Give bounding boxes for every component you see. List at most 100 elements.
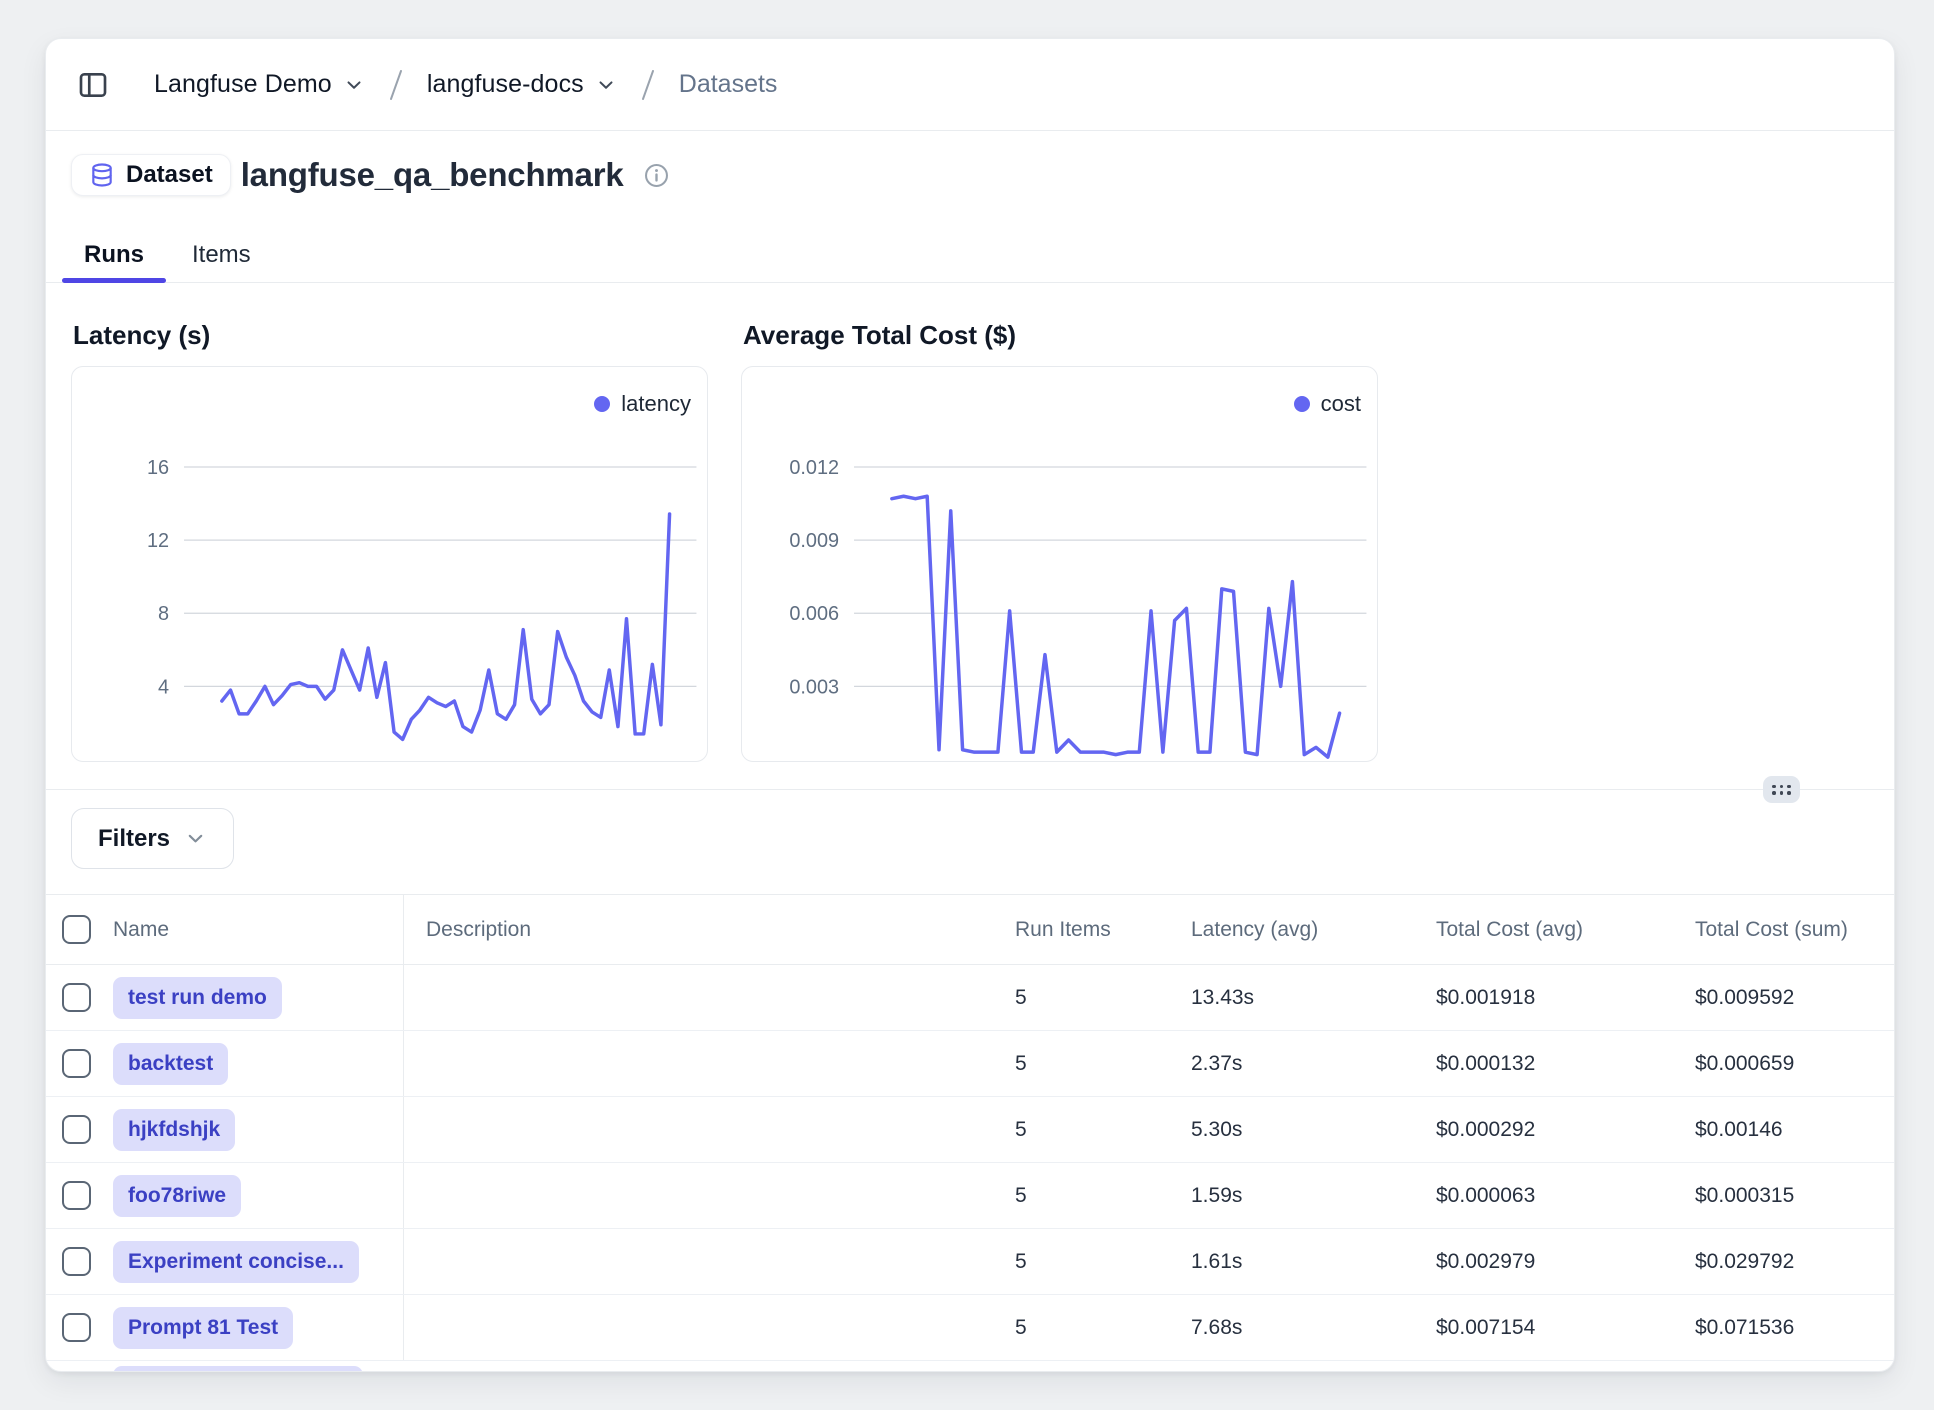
run-name-badge[interactable]: backtest xyxy=(113,1043,228,1085)
run-name-badge[interactable]: foo78riwe xyxy=(113,1175,241,1217)
chevron-down-icon xyxy=(343,74,365,96)
runs-table: Name Description Run Items Latency (avg)… xyxy=(46,894,1894,1372)
table-row: foo78riwe 5 1.59s $0.000063 $0.000315 xyxy=(46,1163,1894,1229)
filters-button[interactable]: Filters xyxy=(71,808,234,869)
latency-avg-cell: 7.68s xyxy=(1191,1316,1436,1340)
latency-avg-cell: 2.37s xyxy=(1191,1052,1436,1076)
svg-text:0.006: 0.006 xyxy=(789,603,839,625)
total-cost-sum-cell: $0.029792 xyxy=(1695,1250,1894,1274)
column-header-total-cost-avg: Total Cost (avg) xyxy=(1436,918,1695,942)
latency-avg-cell: 13.43s xyxy=(1191,986,1436,1010)
run-items-cell: 5 xyxy=(1015,1250,1191,1274)
panel-left-icon xyxy=(77,69,109,101)
tab-runs[interactable]: Runs xyxy=(78,239,150,282)
row-checkbox[interactable] xyxy=(62,1115,91,1144)
column-header-name: Name xyxy=(108,895,404,964)
dataset-type-badge: Dataset xyxy=(71,154,231,196)
column-header-latency-avg: Latency (avg) xyxy=(1191,918,1436,942)
svg-text:4: 4 xyxy=(158,676,169,698)
section-divider xyxy=(46,789,1894,790)
row-checkbox[interactable] xyxy=(62,1247,91,1276)
row-checkbox-cell xyxy=(46,965,108,1030)
breadcrumb-separator xyxy=(387,67,405,103)
run-items-cell: 5 xyxy=(1015,1316,1191,1340)
latency-chart-title: Latency (s) xyxy=(73,319,708,351)
svg-text:0.009: 0.009 xyxy=(789,530,839,552)
breadcrumb-org[interactable]: Langfuse Demo xyxy=(154,70,365,99)
svg-text:0.012: 0.012 xyxy=(789,457,839,479)
row-checkbox[interactable] xyxy=(62,1181,91,1210)
table-body: test run demo 5 13.43s $0.001918 $0.0095… xyxy=(46,965,1894,1361)
chevron-down-icon xyxy=(184,827,207,850)
select-all-checkbox[interactable] xyxy=(62,915,91,944)
row-checkbox[interactable] xyxy=(62,1049,91,1078)
total-cost-avg-cell: $0.000063 xyxy=(1436,1184,1695,1208)
run-name-cell: foo78riwe xyxy=(108,1163,404,1228)
run-name-cell: Experiment concise... xyxy=(108,1229,404,1294)
row-checkbox-cell xyxy=(46,1229,108,1294)
table-row: test run demo 5 13.43s $0.001918 $0.0095… xyxy=(46,965,1894,1031)
latency-avg-cell: 1.61s xyxy=(1191,1250,1436,1274)
total-cost-avg-cell: $0.007154 xyxy=(1436,1316,1695,1340)
latency-avg-cell: 5.30s xyxy=(1191,1118,1436,1142)
row-checkbox-cell xyxy=(46,1031,108,1096)
latency-chart-group: Latency (s) latency 481216 xyxy=(71,319,708,762)
info-button[interactable] xyxy=(643,162,670,189)
run-items-cell: 5 xyxy=(1015,1118,1191,1142)
header-checkbox-cell xyxy=(46,895,108,964)
total-cost-sum-cell: $0.000315 xyxy=(1695,1184,1894,1208)
latency-avg-cell: 1.59s xyxy=(1191,1184,1436,1208)
table-row: backtest 5 2.37s $0.000132 $0.000659 xyxy=(46,1031,1894,1097)
run-items-cell: 5 xyxy=(1015,986,1191,1010)
breadcrumb-project[interactable]: langfuse-docs xyxy=(427,70,617,99)
run-name-cell: Prompt 81 Test xyxy=(108,1295,404,1360)
run-items-cell: 5 xyxy=(1015,1184,1191,1208)
table-row: Experiment concise... 5 1.61s $0.002979 … xyxy=(46,1229,1894,1295)
cost-chart: cost 0.0030.0060.0090.012 xyxy=(741,366,1378,762)
breadcrumb-project-label: langfuse-docs xyxy=(427,70,584,99)
sidebar-toggle-button[interactable] xyxy=(76,68,110,102)
chevron-down-icon xyxy=(595,74,617,96)
dataset-header: Dataset langfuse_qa_benchmark xyxy=(71,154,1894,196)
cost-chart-title: Average Total Cost ($) xyxy=(743,319,1378,351)
svg-text:8: 8 xyxy=(158,603,169,625)
run-name-badge[interactable]: Prompt 81 Test xyxy=(113,1307,293,1349)
row-checkbox[interactable] xyxy=(62,1313,91,1342)
total-cost-avg-cell: $0.002979 xyxy=(1436,1250,1695,1274)
column-header-total-cost-sum: Total Cost (sum) xyxy=(1695,918,1894,942)
tab-items[interactable]: Items xyxy=(186,239,257,282)
total-cost-avg-cell: $0.001918 xyxy=(1436,986,1695,1010)
run-items-cell: 5 xyxy=(1015,1052,1191,1076)
run-name-badge[interactable]: hjkfdshjk xyxy=(113,1109,235,1151)
info-icon xyxy=(643,162,670,189)
table-header-row: Name Description Run Items Latency (avg)… xyxy=(46,894,1894,965)
resize-grip-handle[interactable] xyxy=(1763,776,1800,803)
run-name-badge[interactable]: Experiment concise... xyxy=(113,1241,359,1283)
table-row: hjkfdshjk 5 5.30s $0.000292 $0.00146 xyxy=(46,1097,1894,1163)
database-icon xyxy=(89,162,115,188)
row-checkbox-cell xyxy=(46,1097,108,1162)
svg-text:0.003: 0.003 xyxy=(789,676,839,698)
app-card: Langfuse Demo langfuse-docs Datasets xyxy=(45,38,1895,1372)
run-name-cell: test run demo xyxy=(108,965,404,1030)
filters-row: Filters xyxy=(71,808,1894,869)
row-checkbox[interactable] xyxy=(62,983,91,1012)
grip-dots-icon xyxy=(1772,785,1791,795)
breadcrumb-section[interactable]: Datasets xyxy=(679,70,778,99)
filters-button-label: Filters xyxy=(98,825,170,853)
page-title: langfuse_qa_benchmark xyxy=(241,156,624,194)
svg-text:16: 16 xyxy=(147,457,169,479)
column-header-run-items: Run Items xyxy=(1015,918,1191,942)
total-cost-sum-cell: $0.000659 xyxy=(1695,1052,1894,1076)
latency-chart: latency 481216 xyxy=(71,366,708,762)
breadcrumb: Langfuse Demo langfuse-docs Datasets xyxy=(46,39,1894,131)
table-row-partial xyxy=(46,1361,1894,1372)
charts-section: Latency (s) latency 481216 Average Total… xyxy=(46,319,1894,762)
table-row: Prompt 81 Test 5 7.68s $0.007154 $0.0715… xyxy=(46,1295,1894,1361)
run-name-badge[interactable]: test run demo xyxy=(113,977,282,1019)
dataset-badge-label: Dataset xyxy=(126,161,213,189)
breadcrumb-separator xyxy=(639,67,657,103)
total-cost-avg-cell: $0.000292 xyxy=(1436,1118,1695,1142)
run-name-badge[interactable] xyxy=(113,1366,363,1372)
breadcrumb-org-label: Langfuse Demo xyxy=(154,70,332,99)
